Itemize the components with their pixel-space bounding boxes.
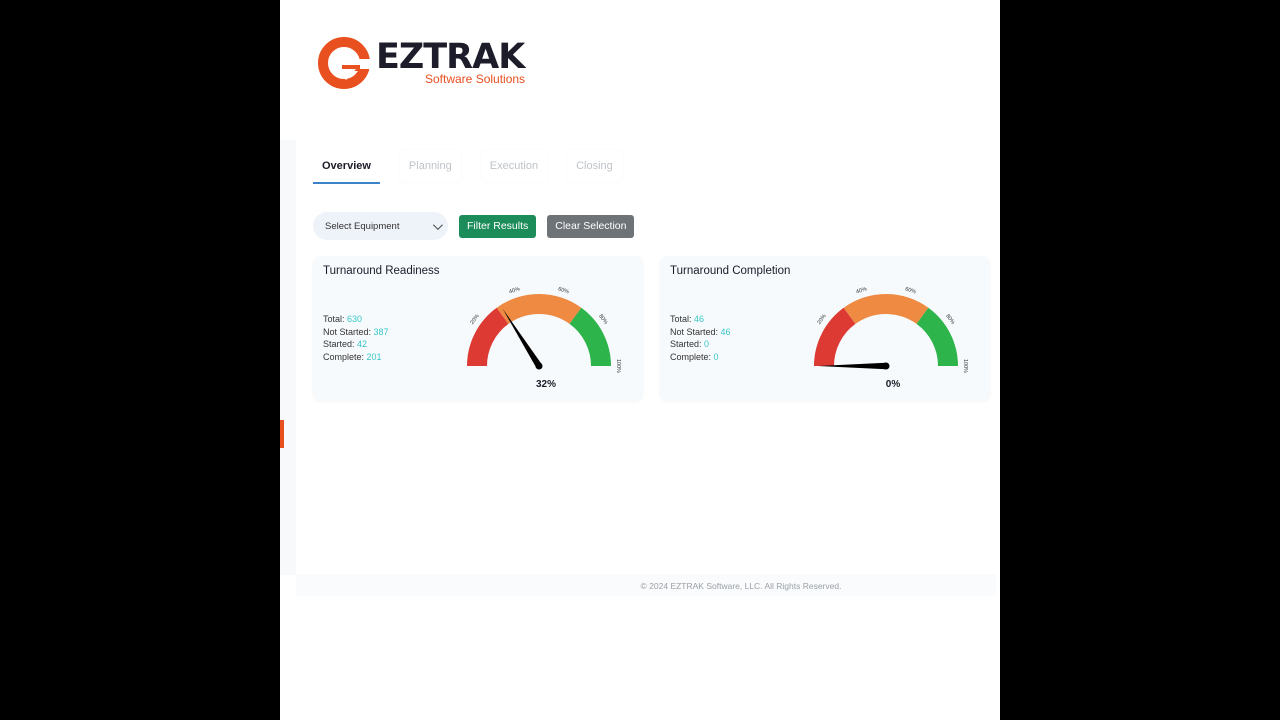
equipment-select[interactable]: Select Equipment	[313, 212, 448, 240]
gauge-tick-label: 80%	[944, 313, 955, 326]
card-title: Turnaround Readiness	[323, 265, 440, 277]
chevron-down-icon	[432, 219, 443, 230]
brand-tagline: Software Solutions	[425, 72, 526, 86]
turnaround-completion-card: Turnaround Completion Total: 46 Not Star…	[660, 256, 990, 401]
gauge-tick-label: 20%	[816, 313, 827, 326]
filter-results-button[interactable]: Filter Results	[459, 214, 537, 238]
tab-execution[interactable]: Execution	[481, 150, 547, 182]
sidebar-collapsed	[280, 140, 296, 575]
clear-selection-button[interactable]: Clear Selection	[547, 214, 635, 238]
brand-logo[interactable]: EZTRAK Software Solutions	[318, 36, 548, 92]
tab-closing[interactable]: Closing	[567, 150, 622, 182]
stat-complete: Complete: 0	[670, 351, 719, 362]
stat-not-started: Not Started: 387	[323, 326, 389, 337]
card-title: Turnaround Completion	[670, 265, 791, 277]
gauge-tick-label: 60%	[557, 286, 569, 295]
gauge-tick-label: 60%	[904, 286, 916, 295]
tab-overview[interactable]: Overview	[313, 150, 380, 184]
turnaround-readiness-card: Turnaround Readiness Total: 630 Not Star…	[313, 256, 643, 401]
gauge-needle	[502, 308, 542, 368]
gauge-percent-label: 32%	[535, 379, 556, 390]
filter-bar: Select Equipment Filter Results Clear Se…	[313, 212, 635, 240]
gauge-hub	[882, 362, 890, 370]
gauge-tick-label: 100%	[962, 359, 968, 373]
gauge-hub	[535, 362, 543, 370]
gauge-tick-label: 80%	[597, 313, 608, 326]
stat-not-started: Not Started: 46	[670, 326, 731, 337]
tab-planning[interactable]: Planning	[400, 150, 461, 182]
gauge-percent-label: 0%	[885, 379, 901, 390]
equipment-select-value: Select Equipment	[325, 220, 400, 232]
stat-started: Started: 0	[670, 339, 710, 350]
stat-started: Started: 42	[323, 339, 368, 350]
phase-tabs: Overview Planning Execution Closing	[313, 150, 642, 184]
stat-complete: Complete: 201	[323, 351, 382, 362]
stats-list: Total: 630 Not Started: 387 Started: 42 …	[323, 313, 389, 363]
page-footer: © 2024 EZTRAK Software, LLC. All Rights …	[296, 574, 996, 596]
gauge-tick-label: 20%	[469, 313, 480, 326]
stat-total: Total: 630	[323, 314, 363, 324]
gauge-tick-label: 40%	[855, 286, 867, 295]
stat-total: Total: 46	[670, 314, 705, 324]
gauge-tick-label: 40%	[508, 286, 520, 295]
sidebar-toggle-handle[interactable]	[280, 420, 284, 448]
gauge-band-mid	[843, 294, 929, 324]
stats-list: Total: 46 Not Started: 46 Started: 0 Com…	[670, 313, 731, 363]
eztrak-logo-icon	[318, 37, 370, 89]
gauge-tick-label: 100%	[615, 359, 621, 373]
app-page: EZTRAK Software Solutions Overview Plann…	[280, 0, 1000, 720]
brand-name: EZTRAK	[376, 37, 525, 77]
